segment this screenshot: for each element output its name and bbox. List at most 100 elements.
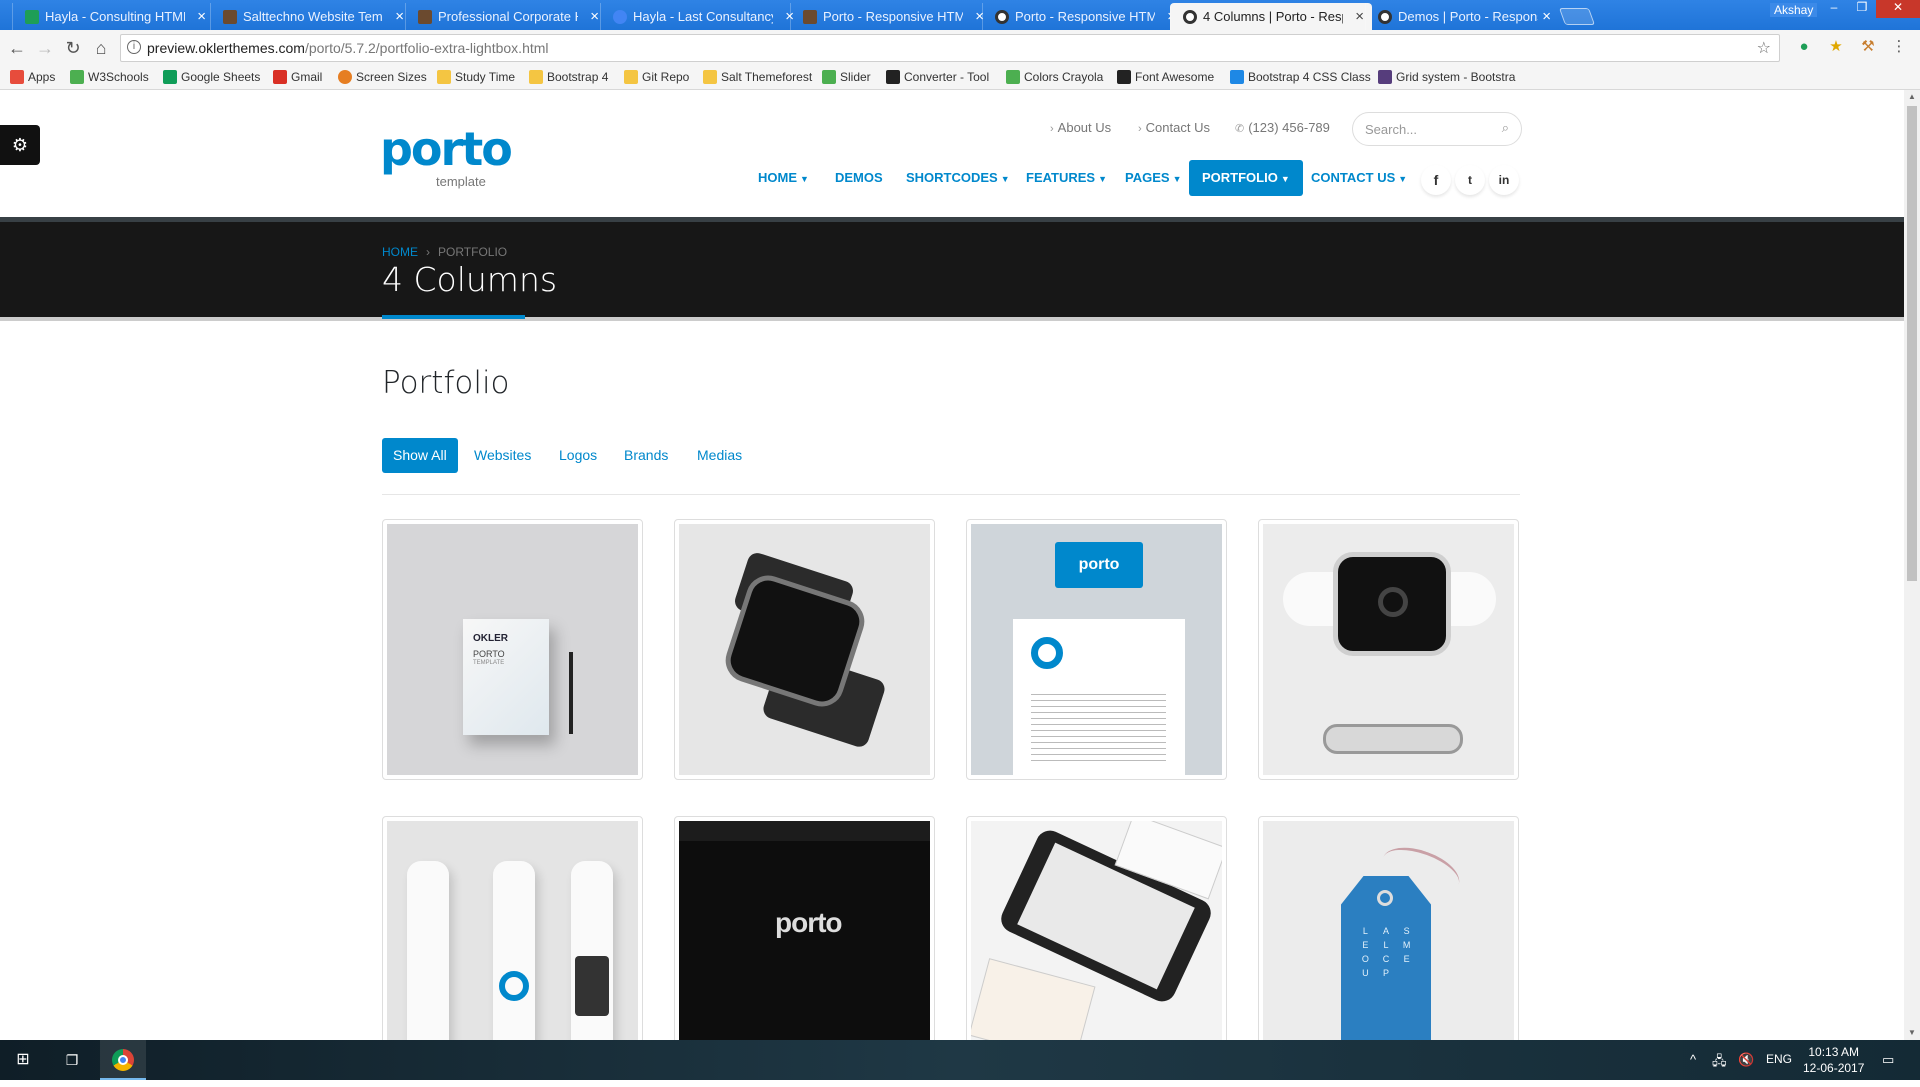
minimize-icon[interactable]: –	[1820, 0, 1848, 18]
browser-tab[interactable]: Professional Corporate H ×	[405, 3, 607, 30]
breadcrumb-home[interactable]: HOME	[382, 245, 418, 259]
info-icon[interactable]: i	[127, 40, 141, 54]
bookmark[interactable]: Screen Sizes	[338, 70, 427, 84]
search-icon[interactable]: ⌕	[1502, 120, 1509, 136]
bookmark[interactable]: Bootstrap 4 CSS Class	[1230, 70, 1371, 84]
bookmark[interactable]: Gmail	[273, 70, 322, 84]
bookmark[interactable]: Converter - Tool	[886, 70, 989, 84]
portfolio-item[interactable]: porto	[674, 816, 935, 1040]
browser-tab-active[interactable]: 4 Columns | Porto - Resp ×	[1170, 3, 1372, 30]
browser-tab[interactable]: Porto - Responsive HTML ×	[982, 3, 1184, 30]
tray-chevron-up-icon[interactable]: ^	[1690, 1052, 1696, 1067]
facebook-icon[interactable]: f	[1421, 165, 1451, 195]
extension-star-icon[interactable]: ★	[1827, 38, 1845, 56]
site-logo[interactable]: porto template	[380, 126, 513, 189]
filter-websites[interactable]: Websites	[474, 438, 531, 473]
address-bar[interactable]: i preview.oklerthemes.com/porto/5.7.2/po…	[120, 34, 1780, 62]
close-tab-icon[interactable]: ×	[197, 8, 206, 25]
bookmark-folder[interactable]: Git Repo	[624, 70, 689, 84]
browser-tab[interactable]: Porto - Responsive HTML ×	[790, 3, 992, 30]
reload-icon[interactable]: ↻	[62, 37, 84, 59]
nav-shortcodes[interactable]: SHORTCODES ▼	[906, 160, 1010, 196]
bookmark-apps[interactable]: Apps	[10, 70, 55, 84]
home-icon[interactable]: ⌂	[90, 37, 112, 59]
close-tab-icon[interactable]: ×	[590, 8, 599, 25]
bottle-label-image	[575, 956, 609, 1016]
bookmark[interactable]: Grid system - Bootstra	[1378, 70, 1515, 84]
browser-tab[interactable]: Salttechno Website Temp ×	[210, 3, 412, 30]
filter-brands[interactable]: Brands	[624, 438, 668, 473]
filter-logos[interactable]: Logos	[559, 438, 597, 473]
bookmark[interactable]: Font Awesome	[1117, 70, 1214, 84]
portfolio-item[interactable]	[674, 519, 935, 780]
action-center-icon[interactable]: ▭	[1882, 1052, 1894, 1068]
browser-tab[interactable]: Hayla - Last Consultancy ×	[600, 3, 802, 30]
portfolio-item[interactable]	[1258, 519, 1519, 780]
new-tab-button[interactable]	[1558, 8, 1596, 25]
portfolio-item[interactable]: OKLER PORTO TEMPLATE	[382, 519, 643, 780]
menu-kebab-icon[interactable]: ⋮	[1890, 38, 1908, 56]
portfolio-item[interactable]: porto	[966, 519, 1227, 780]
scrollbar-thumb[interactable]	[1907, 106, 1917, 581]
bookmark[interactable]: Colors Crayola	[1006, 70, 1103, 84]
bookmark-folder[interactable]: Study Time	[437, 70, 515, 84]
gmail-icon	[273, 70, 287, 84]
extension-green-icon[interactable]: ●	[1795, 38, 1813, 56]
scroll-up-icon[interactable]: ▲	[1907, 92, 1917, 102]
nav-demos[interactable]: DEMOS	[835, 160, 883, 196]
bookmark-folder[interactable]: Salt Themeforest	[703, 70, 812, 84]
hang-tag-image: LAS ELM OCE UP	[1341, 876, 1431, 1040]
bookmark[interactable]: Slider	[822, 70, 871, 84]
task-view-icon[interactable]: ❐	[52, 1040, 92, 1080]
browser-tab[interactable]: Hayla - Consulting HTML ×	[12, 3, 214, 30]
browser-tab[interactable]: Demos | Porto - Respons ×	[1365, 3, 1559, 30]
caret-down-icon: ▼	[800, 174, 809, 184]
portfolio-item[interactable]	[966, 816, 1227, 1040]
back-arrow-icon[interactable]: ←	[6, 37, 28, 59]
phone-icon: ✆	[1235, 123, 1245, 135]
nav-features[interactable]: FEATURES ▼	[1026, 160, 1107, 196]
nav-portfolio[interactable]: PORTFOLIO ▼	[1189, 160, 1303, 196]
portfolio-item[interactable]	[382, 816, 643, 1040]
folder-icon	[437, 70, 451, 84]
nav-contact-us[interactable]: CONTACT US ▼	[1311, 160, 1407, 196]
bookmark-star-icon[interactable]: ☆	[1757, 38, 1771, 58]
bookmark-folder[interactable]: Bootstrap 4	[529, 70, 608, 84]
bootstrap-class-icon	[1230, 70, 1244, 84]
top-link-contact[interactable]: › Contact Us	[1138, 120, 1210, 135]
close-window-icon[interactable]: ✕	[1876, 0, 1920, 18]
style-switcher-gear-icon[interactable]: ⚙	[0, 125, 40, 165]
volume-muted-icon[interactable]: 🔇	[1738, 1052, 1754, 1068]
portfolio-image	[1263, 524, 1514, 775]
page-title: 4 Columns	[382, 260, 558, 299]
extension-tool-icon[interactable]: ⚒	[1859, 38, 1877, 56]
network-icon[interactable]: 🖧	[1712, 1052, 1727, 1074]
search-input[interactable]: Search... ⌕	[1352, 112, 1522, 146]
scroll-down-icon[interactable]: ▼	[1907, 1028, 1917, 1038]
portfolio-item[interactable]: LAS ELM OCE UP	[1258, 816, 1519, 1040]
restore-icon[interactable]: ❐	[1848, 0, 1876, 18]
nav-home[interactable]: HOME ▼	[758, 160, 809, 196]
taskbar-clock[interactable]: 10:13 AM 12-06-2017	[1803, 1044, 1864, 1076]
linkedin-icon[interactable]: in	[1489, 165, 1519, 195]
browser-toolbar: ← → ↻ ⌂ i preview.oklerthemes.com/porto/…	[0, 30, 1920, 66]
bookmark[interactable]: W3Schools	[70, 70, 149, 84]
filter-medias[interactable]: Medias	[697, 438, 742, 473]
twitter-icon[interactable]: t	[1455, 165, 1485, 195]
logo-subtitle: template	[436, 174, 486, 189]
close-tab-icon[interactable]: ×	[395, 8, 404, 25]
windows-start-icon[interactable]: ⊞	[0, 1040, 46, 1080]
chrome-taskbar-icon[interactable]	[100, 1040, 146, 1080]
top-link-about[interactable]: › About Us	[1050, 120, 1111, 135]
profile-name[interactable]: Akshay	[1770, 3, 1818, 17]
filter-show-all[interactable]: Show All	[382, 438, 458, 473]
forward-arrow-icon[interactable]: →	[34, 37, 56, 59]
caret-down-icon: ▼	[1398, 174, 1408, 184]
close-tab-icon[interactable]: ×	[1542, 8, 1551, 25]
language-indicator[interactable]: ENG	[1766, 1052, 1792, 1066]
page-scrollbar[interactable]: ▲ ▼	[1904, 90, 1920, 1040]
page-header-accent	[382, 315, 525, 319]
close-tab-icon[interactable]: ×	[1355, 8, 1364, 25]
bookmark[interactable]: Google Sheets	[163, 70, 260, 84]
nav-pages[interactable]: PAGES ▼	[1125, 160, 1181, 196]
